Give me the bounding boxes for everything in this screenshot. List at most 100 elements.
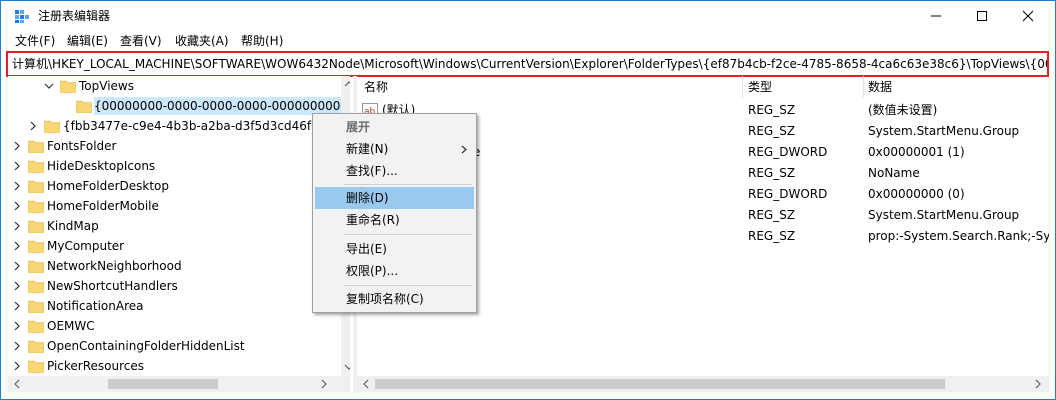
value-type: REG_DWORD [748,187,828,201]
menu-help[interactable]: 帮助(H) [241,32,283,50]
registry-app-icon [15,10,29,23]
value-data: (数值未设置) [868,103,938,117]
tree-node-label: MyComputer [47,239,125,253]
tree-node-selected[interactable]: {00000000-0000-0000-0000-000000000000} [8,96,350,116]
value-type: REG_SZ [748,124,796,138]
address-path[interactable]: 计算机\HKEY_LOCAL_MACHINE\SOFTWARE\WOW6432N… [12,55,1047,73]
tree-horizontal-scrollbar[interactable] [8,376,350,392]
close-button[interactable] [1005,1,1051,31]
menu-file[interactable]: 文件(F) [15,32,55,50]
menu-item-label: 复制项名称(C) [346,292,424,306]
scroll-right-icon[interactable] [319,379,329,389]
folder-icon [28,320,44,333]
maximize-icon [977,11,987,21]
tree-node[interactable]: NotificationArea [8,296,338,316]
chevron-right-icon[interactable] [12,161,22,171]
value-type: REG_SZ [748,103,796,117]
menu-edit[interactable]: 编辑(E) [67,32,108,50]
tree-node-label: HomeFolderDesktop [47,179,170,193]
menu-view[interactable]: 查看(V) [120,32,162,50]
column-divider[interactable] [863,76,864,98]
menu-item-rename[interactable]: 重命名(R) [315,209,474,231]
maximize-button[interactable] [959,1,1005,31]
tree-node-label: HomeFolderMobile [47,199,159,213]
chevron-right-icon[interactable] [12,221,22,231]
menu-item-find[interactable]: 查找(F)... [315,160,474,182]
column-header-type[interactable]: 类型 [748,78,772,96]
menu-item-permissions[interactable]: 权限(P)... [315,260,474,282]
folder-icon [28,220,44,233]
tree-node[interactable]: MyComputer [8,236,338,256]
scroll-down-icon[interactable] [344,362,350,372]
tree-node-label: NotificationArea [47,299,144,313]
scroll-left-icon[interactable] [361,379,371,389]
tree-node[interactable]: FontsFolder [8,136,338,156]
address-bar[interactable]: 计算机\HKEY_LOCAL_MACHINE\SOFTWARE\WOW6432N… [6,51,1049,77]
chevron-right-icon[interactable] [12,201,22,211]
chevron-right-icon[interactable] [12,141,22,151]
menu-item-label: 导出(E) [346,242,387,256]
chevron-right-icon[interactable] [12,281,22,291]
folder-icon [28,260,44,273]
folder-icon [28,360,44,373]
menu-item-label: 权限(P)... [346,264,399,278]
column-divider[interactable] [742,76,743,98]
minimize-icon [931,15,941,17]
tree-node-topviews[interactable]: TopViews [8,76,338,96]
menu-item-label: 重命名(R) [346,213,400,227]
tree-node-label: HideDesktopIcons [47,159,156,173]
tree-node-label: FontsFolder [47,139,117,153]
chevron-right-icon[interactable] [28,121,38,131]
tree-node[interactable]: HomeFolderDesktop [8,176,338,196]
menu-item-label: 展开 [346,120,371,134]
scroll-left-icon[interactable] [12,379,22,389]
chevron-right-icon[interactable] [12,241,22,251]
folder-icon [28,160,44,173]
scroll-up-icon[interactable] [344,79,350,89]
tree-node[interactable]: PickerResources [8,356,338,376]
menu-favorites[interactable]: 收藏夹(A) [175,32,229,50]
registry-editor-window: 注册表编辑器 文件(F) 编辑(E) 查看(V) 收藏夹(A) 帮助(H) 计算… [0,0,1056,400]
folder-icon [28,280,44,293]
value-type: REG_SZ [748,166,796,180]
window-title: 注册表编辑器 [38,9,111,23]
tree-node[interactable]: OEMWC [8,316,338,336]
tree-node[interactable]: NetworkNeighborhood [8,256,338,276]
folder-icon [60,80,76,93]
chevron-right-icon[interactable] [12,361,22,371]
value-data: System.StartMenu.Group [868,124,1020,138]
tree-node[interactable]: HomeFolderMobile [8,196,338,216]
chevron-right-icon[interactable] [12,181,22,191]
key-tree-pane[interactable]: TopViews {00000000-0000-0000-0000-000000… [8,76,350,376]
chevron-right-icon[interactable] [12,301,22,311]
chevron-down-icon[interactable] [44,81,54,91]
tree-node-sibling[interactable]: {fbb3477e-c9e4-4b3b-a2ba-d3f5d3cd46f9} [8,116,338,136]
values-horizontal-scrollbar[interactable] [357,376,1049,392]
menu-item-copy-key-name[interactable]: 复制项名称(C) [315,288,474,310]
chevron-right-icon[interactable] [12,341,22,351]
tree-node[interactable]: OpenContainingFolderHiddenList [8,336,338,356]
tree-node[interactable]: HideDesktopIcons [8,156,338,176]
column-header-name[interactable]: 名称 [364,78,388,96]
folder-icon [28,140,44,153]
scroll-thumb[interactable] [375,379,945,389]
menu-item-new[interactable]: 新建(N) [315,138,474,160]
value-data: prop:-System.Search.Rank;-Sys [868,229,1049,243]
menu-item-export[interactable]: 导出(E) [315,238,474,260]
column-header-data[interactable]: 数据 [868,78,892,96]
scroll-right-icon[interactable] [1033,379,1043,389]
tree-node-label: KindMap [47,219,99,233]
menu-item-delete[interactable]: 删除(D) [315,187,474,209]
chevron-right-icon[interactable] [12,321,22,331]
tree-node[interactable]: NewShortcutHandlers [8,276,338,296]
menu-separator [344,234,472,235]
value-type: REG_SZ [748,208,796,222]
value-type: REG_DWORD [748,145,828,159]
tree-node[interactable]: KindMap [8,216,338,236]
minimize-button[interactable] [913,1,959,31]
value-data: 0x00000000 (0) [868,187,965,201]
scroll-thumb[interactable] [108,379,218,389]
chevron-right-icon[interactable] [12,261,22,271]
title-bar[interactable]: 注册表编辑器 [1,1,1055,31]
folder-icon [28,300,44,313]
